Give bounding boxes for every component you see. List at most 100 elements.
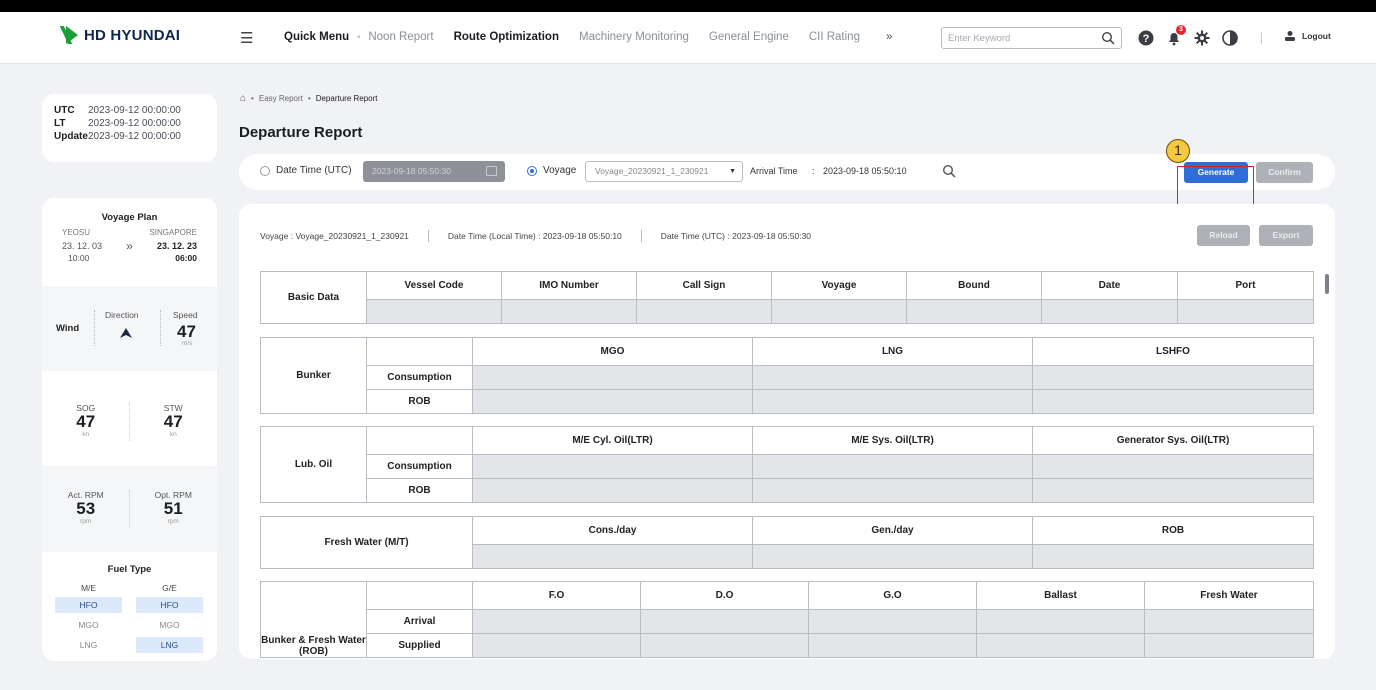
nav-noon-report[interactable]: Noon Report	[368, 31, 433, 43]
table-cell[interactable]	[976, 633, 1145, 658]
me-fuel-hfo[interactable]: HFO	[55, 597, 122, 613]
search-icon[interactable]	[942, 164, 956, 178]
bunker-fresh-water-table: Bunker & Fresh Water (ROB) F.O D.O G.O B…	[260, 581, 1314, 658]
fresh-water-label: Fresh Water (M/T)	[260, 516, 473, 569]
home-icon[interactable]: ⌂	[240, 93, 246, 104]
table-cell[interactable]	[1144, 633, 1314, 658]
logo-mark-icon	[66, 26, 78, 44]
to-time: 06:00	[175, 253, 197, 263]
nav-general-engine[interactable]: General Engine	[709, 31, 789, 43]
logout-button[interactable]: Logout	[1284, 30, 1331, 42]
row-rob: ROB	[366, 389, 473, 414]
brand-logo[interactable]: HD HYUNDAI	[66, 26, 180, 44]
col-rob: ROB	[1032, 516, 1314, 545]
bound-cell[interactable]	[906, 299, 1042, 324]
row-consumption: Consumption	[366, 454, 473, 479]
date-time-input[interactable]: 2023-09-18 05:50:30	[363, 161, 505, 182]
date-cell[interactable]	[1041, 299, 1178, 324]
voyage-cell[interactable]	[771, 299, 907, 324]
report-info-line: Voyage : Voyage_20230921_1_230921 Date T…	[260, 230, 811, 242]
call-sign-cell[interactable]	[636, 299, 772, 324]
table-cell[interactable]	[472, 454, 753, 479]
table-cell[interactable]	[472, 365, 753, 390]
from-date: 23. 12. 03	[62, 241, 103, 251]
breadcrumb-separator: •	[251, 94, 254, 103]
nav-route-optimization[interactable]: Route Optimization	[454, 31, 559, 43]
table-cell[interactable]	[472, 633, 641, 658]
table-cell[interactable]	[1032, 544, 1314, 569]
vertical-scrollbar[interactable]	[1325, 274, 1329, 294]
ge-fuel-lng[interactable]: LNG	[136, 637, 203, 653]
step-callout-badge: 1	[1166, 139, 1190, 163]
table-cell[interactable]	[1032, 389, 1314, 414]
confirm-button[interactable]: Confirm	[1256, 162, 1313, 183]
table-cell[interactable]	[472, 478, 753, 503]
me-fuel-mgo[interactable]: MGO	[55, 617, 122, 633]
export-button[interactable]: Export	[1259, 225, 1313, 246]
quick-menu[interactable]: Quick Menu	[284, 31, 349, 43]
col-lshfo: LSHFO	[1032, 337, 1314, 366]
nav-more-icon[interactable]: »	[886, 31, 892, 43]
vessel-status-card: Voyage Plan YEOSU SINGAPORE 23. 12. 03 » 23…	[42, 198, 217, 661]
table-cell[interactable]	[472, 609, 641, 634]
col-me-cyl-oil: M/E Cyl. Oil(LTR)	[472, 426, 753, 455]
table-cell[interactable]	[752, 389, 1033, 414]
voyage-select[interactable]: Voyage_20230921_1_230921 ▼	[585, 161, 743, 182]
table-cell[interactable]	[640, 633, 809, 658]
table-cell[interactable]	[1032, 454, 1314, 479]
table-cell[interactable]	[752, 365, 1033, 390]
date-time-radio[interactable]	[260, 166, 270, 176]
vessel-code-cell[interactable]	[366, 299, 502, 324]
table-cell[interactable]	[752, 454, 1033, 479]
table-cell[interactable]	[640, 609, 809, 634]
opt-rpm-value: 51	[163, 499, 183, 518]
wind-direction-label: Direction	[105, 310, 139, 320]
wind-label: Wind	[56, 323, 80, 334]
nav-machinery-monitoring[interactable]: Machinery Monitoring	[579, 31, 689, 43]
gear-icon[interactable]	[1193, 29, 1211, 47]
col-gen-day: Gen./day	[752, 516, 1033, 545]
row-supplied: Supplied	[366, 633, 473, 658]
col-call-sign: Call Sign	[636, 271, 772, 300]
from-port: YEOSU	[62, 228, 91, 237]
table-cell[interactable]	[808, 633, 977, 658]
fuel-type-title: Fuel Type	[107, 564, 152, 575]
search-icon[interactable]	[1101, 31, 1115, 45]
col-voyage: Voyage	[771, 271, 907, 300]
calendar-icon[interactable]	[486, 166, 497, 176]
table-cell[interactable]	[1032, 478, 1314, 503]
info-local-time: Date Time (Local Time) : 2023-09-18 05:5…	[447, 231, 622, 241]
hamburger-menu-icon[interactable]: ☰	[240, 29, 253, 47]
notification-bell[interactable]: 3	[1165, 25, 1186, 47]
table-cell[interactable]	[472, 389, 753, 414]
table-cell[interactable]	[976, 609, 1145, 634]
me-fuel-lng[interactable]: LNG	[55, 637, 122, 653]
table-cell[interactable]	[472, 544, 753, 569]
table-cell[interactable]	[808, 609, 977, 634]
keyword-search-input[interactable]	[942, 28, 1092, 48]
theme-toggle-icon[interactable]	[1221, 29, 1239, 47]
from-time: 10:00	[68, 253, 90, 263]
voyage-radio[interactable]	[527, 166, 537, 176]
table-cell[interactable]	[752, 544, 1033, 569]
row-rob: ROB	[366, 478, 473, 503]
ge-fuel-hfo[interactable]: HFO	[136, 597, 203, 613]
keyword-search	[941, 27, 1122, 49]
reload-button[interactable]: Reload	[1197, 225, 1250, 246]
ge-label: G/E	[162, 583, 177, 593]
breadcrumb-easy-report[interactable]: Easy Report	[259, 94, 303, 103]
table-cell[interactable]	[1144, 609, 1314, 634]
table-cell[interactable]	[752, 478, 1033, 503]
nav-cii-rating[interactable]: CII Rating	[809, 31, 860, 43]
imo-number-cell[interactable]	[501, 299, 637, 324]
col-port: Port	[1177, 271, 1314, 300]
table-cell[interactable]	[1032, 365, 1314, 390]
col-cons-day: Cons./day	[472, 516, 753, 545]
row-consumption: Consumption	[366, 365, 473, 390]
row-arrival: Arrival	[366, 609, 473, 634]
port-cell[interactable]	[1177, 299, 1314, 324]
wind-speed-value: 47	[177, 322, 196, 341]
help-icon[interactable]: ?	[1137, 29, 1155, 47]
ge-fuel-mgo[interactable]: MGO	[136, 617, 203, 633]
wind-direction-icon	[120, 328, 132, 338]
